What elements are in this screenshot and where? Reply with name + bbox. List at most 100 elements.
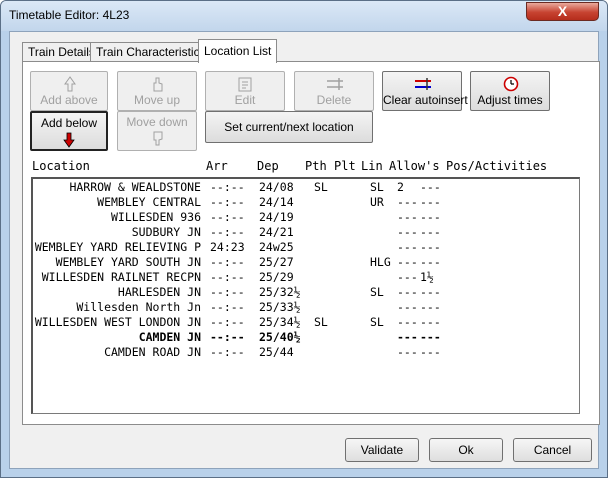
delete-label: Delete (316, 93, 352, 107)
tab-location-list[interactable]: Location List (198, 39, 278, 63)
row-location: HARLESDEN JN (117, 285, 201, 299)
row-pth: SL (314, 180, 328, 194)
clock-icon (471, 75, 549, 93)
header-arr: Arr (206, 159, 228, 173)
header-plt: Plt (334, 159, 356, 173)
adjust-times-button[interactable]: Adjust times (470, 71, 550, 111)
ok-button[interactable]: Ok (429, 438, 503, 462)
row-allow-2: --- (420, 285, 441, 299)
tab-train-characteristics-label: Train Characteristics (96, 45, 206, 59)
validate-label: Validate (360, 443, 404, 457)
add-above-button[interactable]: Add above (30, 71, 108, 111)
edit-button[interactable]: Edit (205, 71, 285, 111)
clear-autoinsert-button[interactable]: Clear autoinsert (382, 71, 468, 111)
row-arr: --:-- (210, 210, 245, 224)
row-allow-2: --- (420, 195, 441, 209)
table-row[interactable]: CAMDEN ROAD JN --:-- 25/44 --- --- (33, 345, 573, 360)
edit-label: Edit (234, 93, 256, 107)
table-row[interactable]: CAMDEN JN --:-- 25/40½ --- --- (33, 330, 573, 345)
row-allow-2: 1½ (420, 270, 434, 284)
table-row[interactable]: WILLESDEN RAILNET RECPN --:-- 25/29 --- 1½ (33, 270, 573, 285)
row-dep: 24/14 (259, 195, 294, 209)
row-arr: --:-- (210, 225, 245, 239)
add-above-label: Add above (40, 93, 98, 107)
row-allow-2: --- (420, 240, 441, 254)
edit-document-icon (206, 75, 284, 93)
close-button[interactable]: X (526, 2, 599, 21)
move-up-label: Move up (133, 93, 181, 107)
row-lin: SL (370, 180, 384, 194)
clear-autoinsert-icon (383, 75, 461, 93)
adjust-times-label: Adjust times (477, 93, 543, 107)
row-dep: 24/19 (259, 210, 294, 224)
row-arr: --:-- (210, 285, 245, 299)
row-arr: --:-- (210, 180, 245, 194)
table-row[interactable]: WEMBLEY CENTRAL --:-- 24/14 UR --- --- (33, 195, 573, 210)
table-row[interactable]: HARROW & WEALDSTONE --:-- 24/08 SL SL 2 --- (33, 180, 573, 195)
row-dep: 25/40½ (259, 330, 301, 344)
table-row[interactable]: WEMBLEY YARD RELIEVING P 24:23 24w25 --- --- (33, 240, 573, 255)
table-row[interactable]: WEMBLEY YARD SOUTH JN --:-- 25/27 HLG --- --- (33, 255, 573, 270)
row-pth: SL (314, 315, 328, 329)
row-arr: --:-- (210, 270, 245, 284)
row-lin: SL (370, 315, 384, 329)
row-allow-1: --- (397, 300, 418, 314)
cancel-button[interactable]: Cancel (513, 438, 592, 462)
table-row[interactable]: HARLESDEN JN --:-- 25/32½ SL --- --- (33, 285, 573, 300)
validate-button[interactable]: Validate (345, 438, 419, 462)
header-allows: Allow's (389, 159, 440, 173)
header-dep: Dep (257, 159, 279, 173)
row-allow-1: --- (397, 210, 418, 224)
row-allow-1: 2 (397, 180, 404, 194)
location-list[interactable]: HARROW & WEALDSTONE --:-- 24/08 SL SL 2 --- WEM… (31, 177, 580, 414)
row-allow-2: --- (420, 225, 441, 239)
row-arr: 24:23 (210, 240, 245, 254)
set-current-next-location-button[interactable]: Set current/next location (205, 111, 373, 143)
row-lin: UR (370, 195, 384, 209)
row-dep: 25/44 (259, 345, 294, 359)
add-below-button[interactable]: Add below (30, 111, 108, 151)
row-arr: --:-- (210, 300, 245, 314)
row-allow-2: --- (420, 210, 441, 224)
row-allow-1: --- (397, 255, 418, 269)
row-dep: 24/08 (259, 180, 294, 194)
table-row[interactable]: WILLESDEN WEST LONDON JN --:-- 25/34½ SL SL -… (33, 315, 573, 330)
ok-label: Ok (458, 443, 474, 457)
header-lin: Lin (361, 159, 383, 173)
timetable-editor-window: Timetable Editor: 4L23 X Train Details T… (0, 0, 608, 478)
tab-train-details-label: Train Details (28, 45, 95, 59)
row-allow-2: --- (420, 315, 441, 329)
row-location: WILLESDEN 936 (110, 210, 201, 224)
add-below-label: Add below (40, 116, 98, 130)
title-bar[interactable]: Timetable Editor: 4L23 X (1, 1, 607, 31)
delete-button[interactable]: Delete (294, 71, 374, 111)
row-allow-1: --- (397, 270, 418, 284)
row-arr: --:-- (210, 315, 245, 329)
row-lin: HLG (370, 255, 391, 269)
hand-down-icon (118, 130, 196, 148)
table-row[interactable]: Willesden North Jn --:-- 25/33½ --- --- (33, 300, 573, 315)
row-location: WEMBLEY YARD SOUTH JN (55, 255, 201, 269)
row-allow-2: --- (420, 300, 441, 314)
table-row[interactable]: WILLESDEN 936 --:-- 24/19 --- --- (33, 210, 573, 225)
row-arr: --:-- (210, 195, 245, 209)
down-arrow-icon (32, 131, 106, 149)
row-location: CAMDEN JN (138, 330, 201, 344)
row-arr: --:-- (210, 255, 245, 269)
cancel-label: Cancel (533, 443, 572, 457)
table-row[interactable]: SUDBURY JN --:-- 24/21 --- --- (33, 225, 573, 240)
up-arrow-icon (31, 75, 107, 93)
clear-autoinsert-label: Clear autoinsert (383, 93, 468, 107)
row-dep: 24w25 (259, 240, 294, 254)
row-location: WEMBLEY CENTRAL (97, 195, 201, 209)
move-down-button[interactable]: Move down (117, 111, 197, 151)
row-location: SUDBURY JN (131, 225, 201, 239)
row-location: WEMBLEY YARD RELIEVING P (34, 240, 201, 254)
tab-location-list-label: Location List (204, 44, 272, 58)
move-down-label: Move down (126, 115, 188, 129)
row-allow-2: --- (420, 255, 441, 269)
header-pth: Pth (305, 159, 327, 173)
row-arr: --:-- (210, 330, 245, 344)
move-up-button[interactable]: Move up (117, 71, 197, 111)
tab-train-characteristics[interactable]: Train Characteristics (90, 42, 212, 62)
